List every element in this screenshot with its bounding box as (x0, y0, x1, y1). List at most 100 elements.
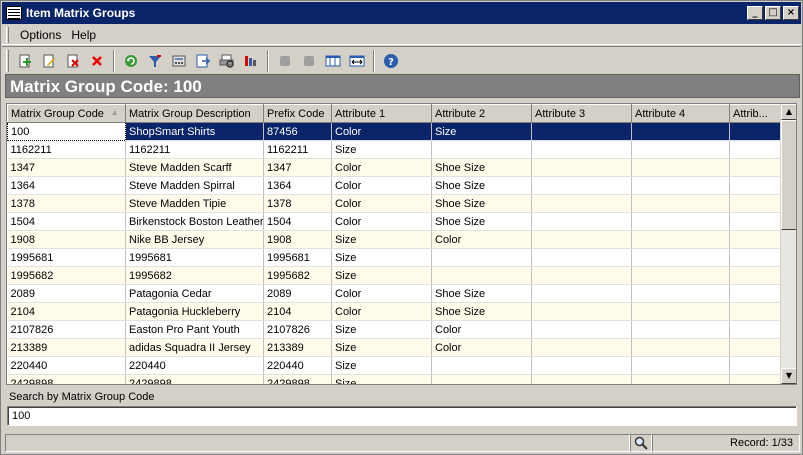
table-cell[interactable]: 220440 (263, 356, 332, 375)
table-cell[interactable]: Size (331, 266, 432, 285)
table-cell[interactable]: 1995682 (125, 266, 264, 285)
table-cell[interactable] (631, 140, 730, 159)
table-cell[interactable]: Shoe Size (431, 302, 532, 321)
table-cell[interactable]: 1995682 (7, 266, 126, 285)
table-cell[interactable] (531, 230, 632, 249)
table-cell[interactable]: 1162211 (263, 140, 332, 159)
table-cell[interactable] (631, 266, 730, 285)
table-cell[interactable]: 2089 (263, 284, 332, 303)
table-row[interactable]: 1908 Nike BB Jersey 1908 Size Color (7, 230, 782, 249)
table-cell[interactable] (631, 374, 730, 384)
table-cell[interactable]: Size (331, 248, 432, 267)
table-cell[interactable] (531, 356, 632, 375)
table-cell[interactable] (531, 140, 632, 159)
vertical-scrollbar[interactable]: ▲ ▼ (780, 104, 796, 384)
close-button[interactable]: × (783, 6, 799, 20)
table-cell[interactable] (729, 266, 782, 285)
table-cell[interactable] (631, 302, 730, 321)
table-cell[interactable]: Color (431, 338, 532, 357)
table-row[interactable]: 1504 Birkenstock Boston Leather 1504 Color S… (7, 212, 782, 231)
table-row[interactable]: 213389 adidas Squadra II Jersey 213389 Size… (7, 338, 782, 357)
table-cell[interactable]: 1995682 (263, 266, 332, 285)
table-cell[interactable]: Size (331, 140, 432, 159)
table-cell[interactable] (431, 266, 532, 285)
table-cell[interactable] (729, 212, 782, 231)
table-cell[interactable] (631, 194, 730, 213)
table-cell[interactable]: Color (331, 302, 432, 321)
table-cell[interactable]: 100 (7, 122, 126, 141)
table-cell[interactable]: 1995681 (263, 248, 332, 267)
menu-options[interactable]: Options (15, 26, 66, 44)
column-header-attribute-2[interactable]: Attribute 2 (431, 104, 532, 123)
cancel-icon[interactable] (86, 50, 108, 72)
table-cell[interactable]: 2104 (7, 302, 126, 321)
table-cell[interactable] (531, 338, 632, 357)
table-cell[interactable]: 1378 (263, 194, 332, 213)
scroll-down-icon[interactable]: ▼ (781, 368, 796, 384)
table-cell[interactable]: 1504 (263, 212, 332, 231)
table-cell[interactable]: Color (431, 320, 532, 339)
table-cell[interactable] (531, 122, 632, 141)
menu-help[interactable]: Help (66, 26, 101, 44)
table-cell[interactable] (631, 212, 730, 231)
table-cell[interactable] (531, 320, 632, 339)
delete-record-icon[interactable] (62, 50, 84, 72)
help-icon[interactable]: ? (380, 50, 402, 72)
table-cell[interactable]: Patagonia Huckleberry (125, 302, 264, 321)
table-cell[interactable]: 1364 (263, 176, 332, 195)
minimize-button[interactable]: _ (747, 6, 763, 20)
table-cell[interactable]: Color (331, 194, 432, 213)
table-cell[interactable]: 1995681 (7, 248, 126, 267)
magnifier-icon[interactable] (634, 436, 648, 450)
filter-icon[interactable] (144, 50, 166, 72)
table-cell[interactable]: Nike BB Jersey (125, 230, 264, 249)
export-icon[interactable] (192, 50, 214, 72)
table-cell[interactable]: 213389 (263, 338, 332, 357)
table-cell[interactable] (531, 374, 632, 384)
calculator-icon[interactable] (168, 50, 190, 72)
column-header-attribute-4[interactable]: Attribute 4 (631, 104, 730, 123)
table-cell[interactable]: Patagonia Cedar (125, 284, 264, 303)
table-cell[interactable] (729, 374, 782, 384)
table-cell[interactable]: 1995681 (125, 248, 264, 267)
table-cell[interactable] (631, 248, 730, 267)
table-cell[interactable]: 2107826 (263, 320, 332, 339)
table-cell[interactable] (729, 320, 782, 339)
table-cell[interactable]: Size (331, 338, 432, 357)
table-cell[interactable] (729, 302, 782, 321)
disabled-icon-1[interactable] (274, 50, 296, 72)
table-cell[interactable]: 1162211 (7, 140, 126, 159)
print-preview-icon[interactable] (216, 50, 238, 72)
table-row[interactable]: 1162211 1162211 1162211 Size (7, 140, 782, 159)
table-row[interactable]: 1378 Steve Madden Tipie 1378 Color Shoe Size (7, 194, 782, 213)
table-cell[interactable] (631, 158, 730, 177)
refresh-icon[interactable] (120, 50, 142, 72)
table-cell[interactable]: 87456 (263, 122, 332, 141)
table-cell[interactable]: 1908 (7, 230, 126, 249)
table-cell[interactable]: Color (331, 122, 432, 141)
status-pane-search[interactable] (630, 434, 652, 452)
table-cell[interactable] (431, 140, 532, 159)
table-cell[interactable] (531, 266, 632, 285)
table-cell[interactable] (631, 320, 730, 339)
table-cell[interactable]: Steve Madden Tipie (125, 194, 264, 213)
table-row[interactable]: 2104 Patagonia Huckleberry 2104 Color Shoe S… (7, 302, 782, 321)
table-row[interactable]: 1995681 1995681 1995681 Size (7, 248, 782, 267)
table-row[interactable]: 1364 Steve Madden Spirral 1364 Color Shoe Si… (7, 176, 782, 195)
table-cell[interactable]: Size (331, 374, 432, 384)
title-bar[interactable]: Item Matrix Groups _ □ × (2, 2, 801, 24)
column-header-description[interactable]: Matrix Group Description (125, 104, 264, 123)
table-cell[interactable] (729, 356, 782, 375)
table-cell[interactable]: Color (331, 284, 432, 303)
table-cell[interactable]: 213389 (7, 338, 126, 357)
table-cell[interactable] (729, 158, 782, 177)
table-cell[interactable]: Steve Madden Scarff (125, 158, 264, 177)
table-cell[interactable] (531, 194, 632, 213)
table-cell[interactable]: 1378 (7, 194, 126, 213)
column-header-attribute-1[interactable]: Attribute 1 (331, 104, 432, 123)
table-cell[interactable]: 1364 (7, 176, 126, 195)
table-cell[interactable] (729, 230, 782, 249)
table-cell[interactable]: 220440 (125, 356, 264, 375)
table-row[interactable]: 2107826 Easton Pro Pant Youth 2107826 Size C… (7, 320, 782, 339)
table-cell[interactable] (531, 212, 632, 231)
